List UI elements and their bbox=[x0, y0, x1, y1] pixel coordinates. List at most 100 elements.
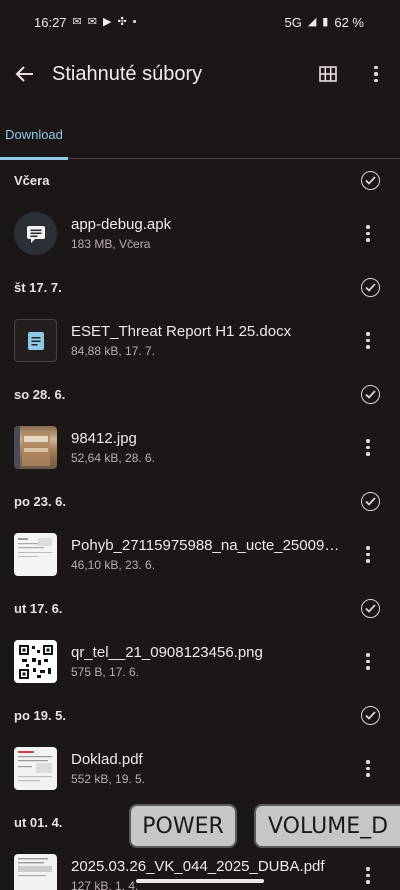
file-meta: 46,10 kB, 23. 6. bbox=[71, 558, 156, 572]
mail-icon: ✉ bbox=[87, 15, 97, 28]
select-group-button[interactable] bbox=[361, 170, 380, 190]
tab-label: Download bbox=[5, 127, 63, 142]
pdf-thumbnail bbox=[14, 747, 57, 790]
downloads-list: Včera app-debug.apk 183 MB, Včera št 17.… bbox=[0, 160, 400, 890]
list-item[interactable]: Pohyb_27115975988_na_ucte_25009931... 46… bbox=[0, 521, 400, 588]
select-group-button[interactable] bbox=[361, 598, 380, 618]
more-vert-icon bbox=[366, 653, 370, 670]
battery-level: 62 % bbox=[334, 14, 364, 30]
file-text: 2025.03.26_VK_044_2025_DUBA.pdf 127 kB, … bbox=[71, 858, 354, 890]
file-meta: 183 MB, Včera bbox=[71, 237, 151, 251]
group-date-label: Včera bbox=[14, 172, 50, 188]
clock: 16:27 bbox=[34, 14, 67, 30]
file-text: 98412.jpg 52,64 kB, 28. 6. bbox=[71, 430, 354, 465]
file-more-button[interactable] bbox=[354, 856, 382, 890]
file-meta: 52,64 kB, 28. 6. bbox=[71, 451, 156, 465]
check-icon bbox=[365, 603, 376, 613]
file-meta: 575 B, 17. 6. bbox=[71, 665, 140, 679]
group-date-label: ut 01. 4. bbox=[14, 814, 63, 830]
check-icon bbox=[365, 175, 376, 185]
tab-download[interactable]: Download bbox=[0, 110, 68, 160]
group-header: po 23. 6. bbox=[0, 481, 400, 521]
power-button[interactable]: POWER bbox=[129, 804, 237, 848]
grid-view-button[interactable] bbox=[306, 52, 350, 96]
check-icon bbox=[365, 710, 376, 720]
more-vert-icon bbox=[366, 225, 370, 242]
file-name: Pohyb_27115975988_na_ucte_25009931... bbox=[71, 537, 341, 554]
group-header: Včera bbox=[0, 160, 400, 200]
file-name: ESET_Threat Report H1 25.docx bbox=[71, 323, 292, 340]
file-name: Doklad.pdf bbox=[71, 751, 143, 768]
overflow-menu-button[interactable] bbox=[354, 52, 398, 96]
file-text: Pohyb_27115975988_na_ucte_25009931... 46… bbox=[71, 537, 354, 572]
more-vert-icon bbox=[366, 439, 370, 456]
more-vert-icon bbox=[366, 546, 370, 563]
list-item[interactable]: ESET_Threat Report H1 25.docx 84,88 kB, … bbox=[0, 307, 400, 374]
notification-dot-icon: • bbox=[132, 15, 137, 28]
youtube-icon: ▶ bbox=[102, 15, 112, 28]
grid-view-icon bbox=[319, 66, 337, 82]
select-group-button[interactable] bbox=[361, 491, 380, 511]
file-name: 98412.jpg bbox=[71, 430, 137, 447]
pinwheel-icon: ✣ bbox=[117, 15, 127, 28]
select-group-button[interactable] bbox=[361, 384, 380, 404]
file-text: app-debug.apk 183 MB, Včera bbox=[71, 216, 354, 251]
battery-icon: ▮ bbox=[322, 15, 329, 28]
page-title: Stiahnuté súbory bbox=[52, 62, 203, 85]
app-bar: Stiahnuté súbory bbox=[0, 44, 400, 104]
check-icon bbox=[365, 282, 376, 292]
group-header: so 28. 6. bbox=[0, 374, 400, 414]
file-more-button[interactable] bbox=[354, 535, 382, 575]
file-more-button[interactable] bbox=[354, 642, 382, 682]
group-date-label: po 19. 5. bbox=[14, 707, 67, 723]
file-text: ESET_Threat Report H1 25.docx 84,88 kB, … bbox=[71, 323, 354, 358]
more-vert-icon bbox=[366, 760, 370, 777]
group-header: po 19. 5. bbox=[0, 695, 400, 735]
group-date-label: ut 17. 6. bbox=[14, 600, 63, 616]
network-type: 5G bbox=[284, 14, 302, 30]
qr-code-thumbnail bbox=[14, 640, 57, 683]
group-date-label: št 17. 7. bbox=[14, 279, 62, 295]
list-item[interactable]: 98412.jpg 52,64 kB, 28. 6. bbox=[0, 414, 400, 481]
power-button-label: POWER bbox=[142, 813, 224, 839]
mail-icon: ✉ bbox=[72, 15, 82, 28]
list-item[interactable]: Doklad.pdf 552 kB, 19. 5. bbox=[0, 735, 400, 802]
file-name: app-debug.apk bbox=[71, 216, 172, 233]
group-date-label: po 23. 6. bbox=[14, 493, 67, 509]
list-item[interactable]: qr_tel__21_0908123456.png 575 B, 17. 6. bbox=[0, 628, 400, 695]
volume-down-button[interactable]: VOLUME_D bbox=[254, 804, 400, 848]
more-vert-icon bbox=[374, 65, 378, 83]
pdf-thumbnail bbox=[14, 854, 57, 890]
doc-icon bbox=[14, 319, 57, 362]
apk-icon bbox=[14, 212, 57, 255]
select-group-button[interactable] bbox=[361, 277, 380, 297]
file-more-button[interactable] bbox=[354, 214, 382, 254]
group-header: št 17. 7. bbox=[0, 267, 400, 307]
arrow-back-icon bbox=[15, 66, 33, 82]
file-meta: 84,88 kB, 17. 7. bbox=[71, 344, 156, 358]
file-name: qr_tel__21_0908123456.png bbox=[71, 644, 263, 661]
gesture-nav-handle[interactable] bbox=[136, 879, 264, 883]
volume-button-label: VOLUME_D bbox=[268, 813, 389, 839]
status-bar: 16:27 ✉ ✉ ▶ ✣ • 5G ◢ ▮ 62 % bbox=[0, 0, 400, 44]
file-meta: 552 kB, 19. 5. bbox=[71, 772, 146, 786]
group-header: ut 17. 6. bbox=[0, 588, 400, 628]
select-group-button[interactable] bbox=[361, 705, 380, 725]
file-more-button[interactable] bbox=[354, 749, 382, 789]
more-vert-icon bbox=[366, 867, 370, 884]
back-button[interactable] bbox=[0, 50, 50, 98]
check-icon bbox=[365, 389, 376, 399]
file-more-button[interactable] bbox=[354, 321, 382, 361]
file-text: qr_tel__21_0908123456.png 575 B, 17. 6. bbox=[71, 644, 354, 679]
file-text: Doklad.pdf 552 kB, 19. 5. bbox=[71, 751, 354, 786]
list-item[interactable]: app-debug.apk 183 MB, Včera bbox=[0, 200, 400, 267]
tab-bar: Download bbox=[0, 110, 400, 160]
signal-icon: ◢ bbox=[307, 15, 317, 28]
document-thumbnail bbox=[14, 533, 57, 576]
check-icon bbox=[365, 496, 376, 506]
group-date-label: so 28. 6. bbox=[14, 386, 66, 402]
photo-thumbnail bbox=[14, 426, 57, 469]
file-more-button[interactable] bbox=[354, 428, 382, 468]
more-vert-icon bbox=[366, 332, 370, 349]
file-name: 2025.03.26_VK_044_2025_DUBA.pdf bbox=[71, 858, 325, 875]
